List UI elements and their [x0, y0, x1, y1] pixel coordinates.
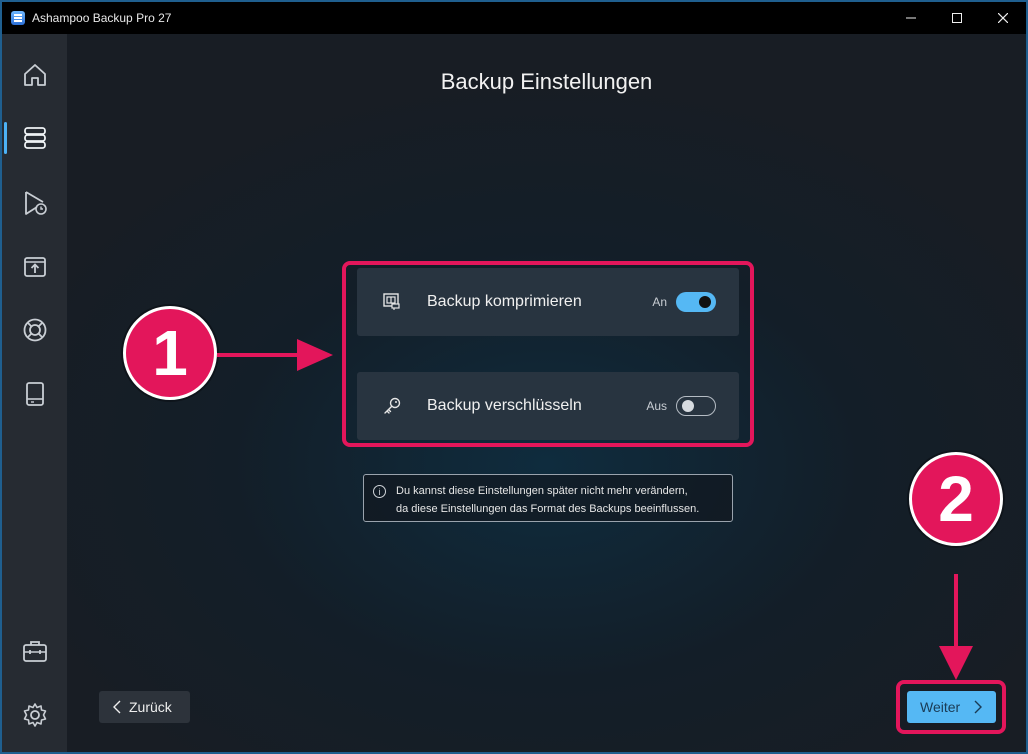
sidebar-item-tools[interactable] [2, 631, 67, 671]
info-line-2: da diese Einstellungen das Format des Ba… [396, 503, 700, 515]
backups-icon [23, 127, 46, 149]
sidebar-item-home[interactable] [2, 55, 67, 95]
app-logo-icon [11, 11, 25, 25]
home-icon [23, 64, 46, 86]
page-title: Backup Einstellungen [440, 69, 653, 94]
annotation-arrow-down [939, 574, 973, 680]
app-window: Ashampoo Backup Pro 27 Backup Einstellun… [0, 0, 1028, 754]
toolbox-icon [22, 641, 47, 662]
drive-icon [25, 382, 44, 406]
chevron-left-icon [113, 700, 121, 714]
info-notice: i Du kannst diese Einstellungen später n… [363, 474, 733, 522]
back-button-label: Zurück [129, 699, 172, 715]
annotation-highlight-next [896, 680, 1006, 734]
window-title: Ashampoo Backup Pro 27 [32, 11, 172, 25]
annotation-highlight-options [342, 261, 754, 447]
close-button[interactable] [980, 2, 1026, 34]
sidebar [2, 34, 67, 752]
settings-icon [23, 703, 46, 727]
sidebar-item-drive[interactable] [2, 374, 67, 414]
annotation-badge-2: 2 [909, 452, 1003, 546]
info-icon: i [373, 485, 386, 498]
sidebar-item-backups[interactable] [2, 118, 67, 158]
title-bar: Ashampoo Backup Pro 27 [2, 2, 1026, 34]
main-panel: Backup Einstellungen Backup komprimieren… [67, 34, 1026, 752]
sidebar-item-restore[interactable] [2, 183, 67, 223]
annotation-arrow-right [217, 339, 333, 371]
restore-icon [24, 191, 47, 215]
back-button[interactable]: Zurück [99, 691, 190, 723]
sidebar-item-help[interactable] [2, 310, 67, 350]
upload-icon [23, 257, 46, 277]
maximize-button[interactable] [934, 2, 980, 34]
sidebar-item-upload[interactable] [2, 246, 67, 286]
help-icon [23, 318, 46, 342]
sidebar-item-settings[interactable] [2, 695, 67, 735]
minimize-button[interactable] [888, 2, 934, 34]
annotation-badge-1: 1 [123, 306, 217, 400]
info-line-1: Du kannst diese Einstellungen später nic… [396, 485, 688, 497]
